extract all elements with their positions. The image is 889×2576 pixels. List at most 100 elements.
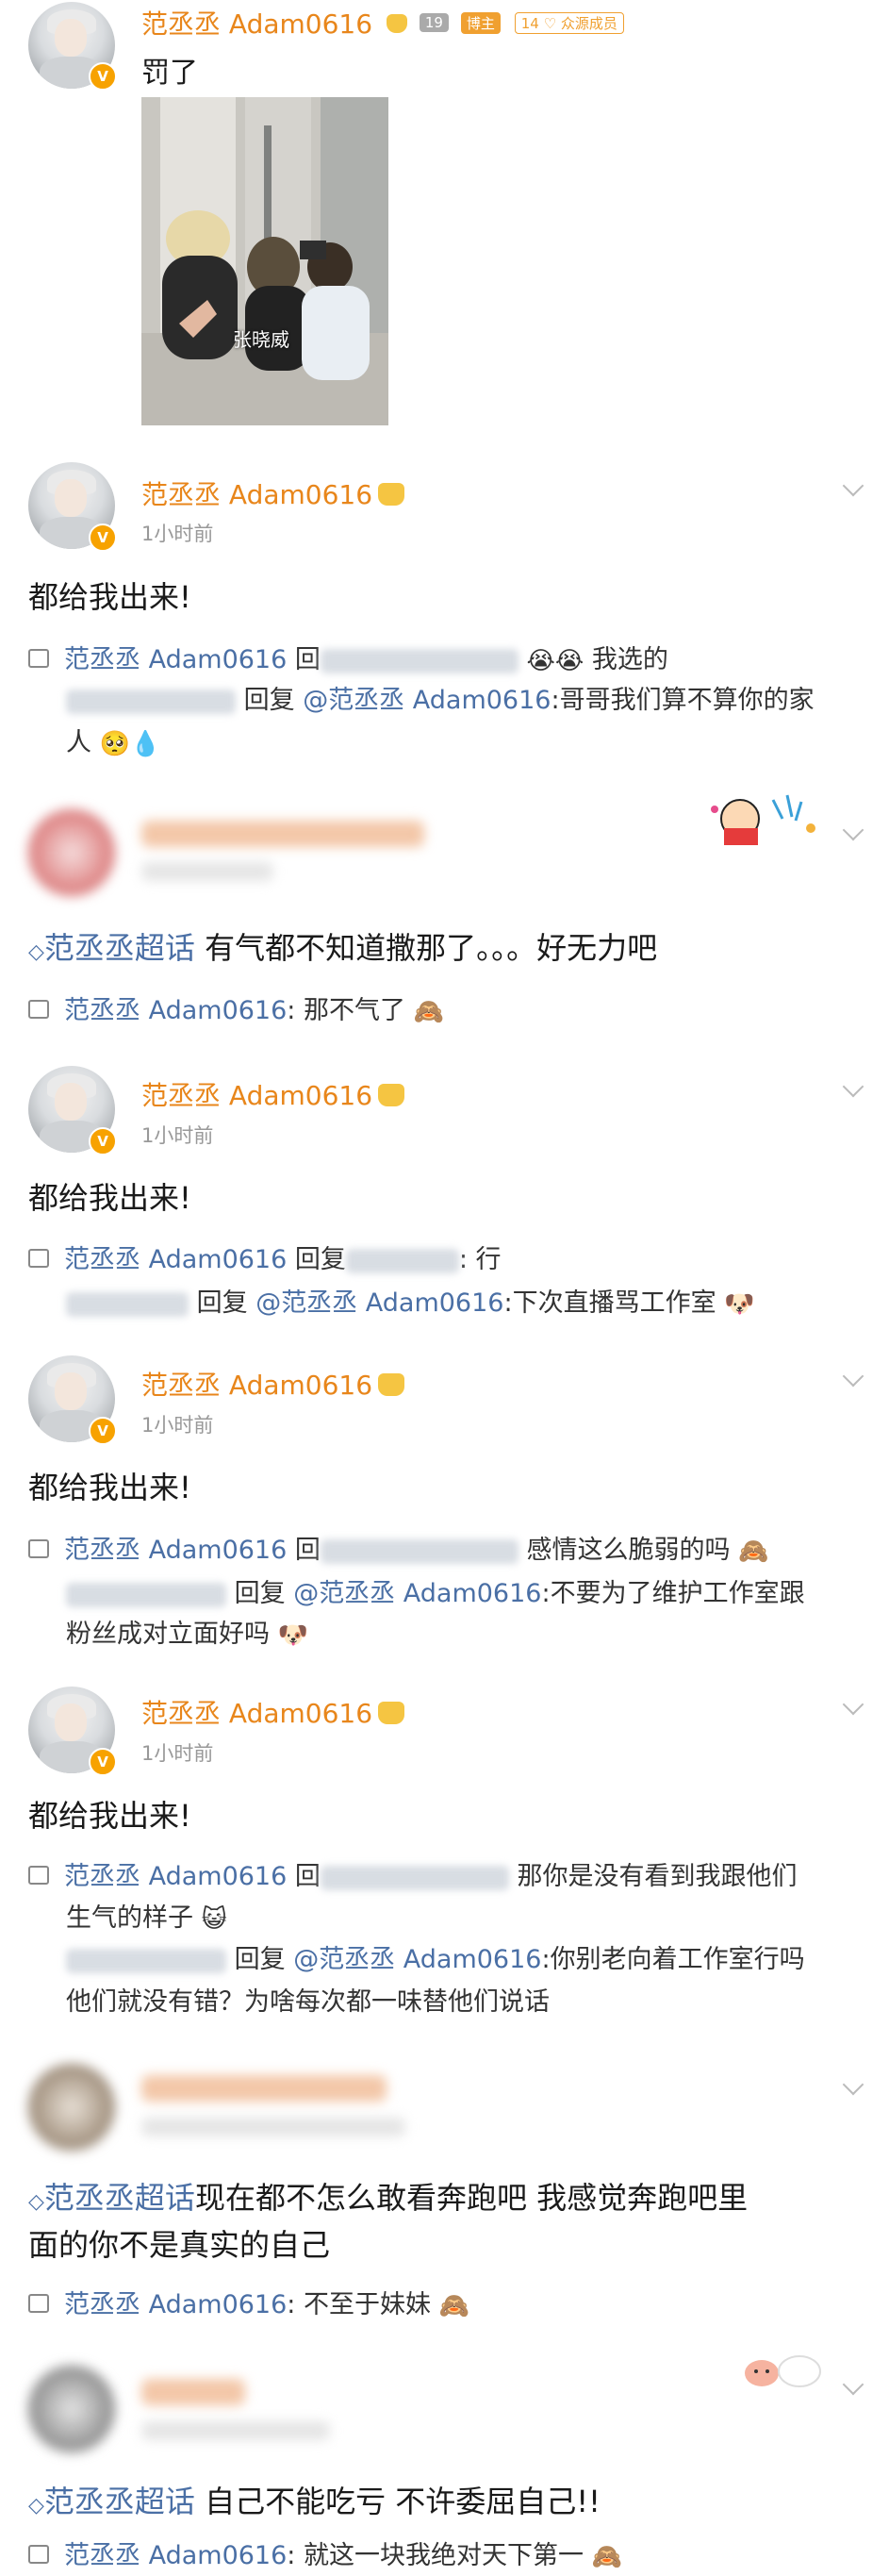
reply-line-2: 回复 @范丞丞 Adam0616:哥哥我们算不算你的家 [66,682,815,720]
username[interactable]: 范丞丞 Adam0616 [141,1693,405,1731]
reply-prefix: 回复 [234,1579,286,1608]
blurred-time [141,862,273,881]
username[interactable]: 范丞丞 Adam0616 [141,1075,405,1113]
reply-line-1: 范丞丞 Adam0616 回 那你是没有看到我跟他们 [28,1858,797,1896]
super-topic-link[interactable]: 范丞丞超话 [44,930,195,966]
fan-group-badge[interactable]: 14 ♡ 众源成员 [514,11,624,34]
timestamp: 1小时前 [141,1742,214,1765]
reply-text: 粉丝成对立面好吗 [66,1620,270,1649]
timestamp: 1小时前 [141,523,214,545]
super-topic-link[interactable]: 范丞丞超话 [44,2180,195,2216]
mention-link[interactable]: @范丞丞 Adam0616 [293,1945,541,1974]
username[interactable]: 范丞丞 Adam0616 [141,1365,405,1403]
timestamp: 1小时前 [141,1414,214,1437]
reply-author[interactable]: 范丞丞 Adam0616 [64,1536,287,1565]
blurred-name [320,1538,519,1564]
reply-text: :你别老向着工作室行吗 [541,1945,805,1974]
reply-label: 回 [294,1862,321,1891]
reply-line-2: 回复 @范丞丞 Adam0616:下次直播骂工作室 🐶 [66,1285,755,1323]
blurred-username [141,2075,387,2102]
post-text: 有气都不知道撒那了。。。好无力吧 [205,930,658,966]
reply-author[interactable]: 范丞丞 Adam0616 [64,645,287,674]
user-avatar[interactable] [28,2064,115,2151]
post-photo[interactable]: 张晓威 [141,97,388,425]
reply-text: 那你是没有看到我跟他们 [517,1862,798,1891]
blurred-time [141,2421,330,2440]
reply-label: 回 [294,645,321,674]
post-content: 都给我出来! [28,1180,191,1216]
post-content: 都给我出来! [28,1798,191,1834]
reply-text: :不要为了维护工作室跟 [541,1579,805,1608]
reply-line-2: 生气的样子 😺 [66,1900,227,1938]
chevron-down-icon[interactable] [842,1075,864,1098]
reply-prefix: 回复 [196,1288,248,1318]
verified-icon: V [89,62,117,91]
blurred-name [66,689,236,714]
reply-text: :下次直播骂工作室 [503,1288,716,1318]
username-text[interactable]: 范丞丞 Adam0616 [141,479,372,510]
sticker-image [735,2349,830,2394]
reply-line-1: 范丞丞 Adam0616 回 感情这么脆弱的吗 🙈 [28,1532,768,1571]
chevron-down-icon[interactable] [842,2373,864,2396]
smile-icon: 😺 [201,1904,227,1934]
chevron-down-icon[interactable] [842,819,864,841]
reply-author[interactable]: 范丞丞 Adam0616 [64,2541,287,2570]
reply-author[interactable]: 范丞丞 Adam0616 [64,1862,287,1891]
chevron-down-icon[interactable] [842,2073,864,2096]
reply-text: 生气的样子 [66,1903,193,1933]
verified-icon: V [89,1417,117,1445]
post-content: ◇范丞丞超话现在都不怎么敢看奔跑吧 我感觉奔跑吧里 [28,2174,748,2218]
crying-icon: 😭 [554,646,584,675]
reply-author[interactable]: 范丞丞 Adam0616 [64,996,287,1025]
monkey-icon: 🙈 [438,2291,469,2320]
mention-link[interactable]: @范丞丞 Adam0616 [303,686,551,715]
chevron-down-icon[interactable] [842,1365,864,1388]
reply-text: : 行 [458,1245,502,1274]
blurred-name [66,1948,226,1973]
blurred-time [141,2118,405,2136]
reply-prefix: 回复 [243,686,295,715]
verified-icon: V [89,1748,117,1776]
reply-line-1: 范丞丞 Adam0616 回复: 行 [28,1241,502,1279]
reply-line-1: 范丞丞 Adam0616: 不至于妹妹 🙈 [28,2286,469,2325]
chevron-down-icon[interactable] [842,474,864,497]
username-text[interactable]: 范丞丞 Adam0616 [141,8,372,40]
reply-line-1: 范丞丞 Adam0616: 就这一块我绝对天下第一 🙈 [28,2537,622,2576]
blogger-badge: 博主 [460,11,501,34]
droplet-icon: 💧 [129,729,161,758]
user-avatar[interactable] [28,2366,115,2452]
post-text: 自己不能吃亏 不许委屈自己!! [205,2484,601,2519]
username[interactable]: 范丞丞 Adam0616 [141,474,405,512]
photo-label: 张晓威 [233,328,289,351]
chevron-down-icon[interactable] [842,1693,864,1716]
reply-label: 回 [294,1536,321,1565]
pleading-icon: 🥺 [99,729,130,758]
super-topic-link[interactable]: 范丞丞超话 [44,2484,195,2519]
sticker-image [698,790,830,847]
super-topic-icon: ◇ [28,2190,44,2214]
crown-icon [378,1373,405,1396]
verified-icon: V [89,1127,117,1155]
user-avatar[interactable] [28,809,115,896]
blurred-name [320,648,519,673]
reply-text: 我选的 [591,645,668,674]
reply-text: :哥哥我们算不算你的家 [551,686,815,715]
username-text[interactable]: 范丞丞 Adam0616 [141,1080,372,1111]
mention-link[interactable]: @范丞丞 Adam0616 [293,1579,541,1608]
reply-author[interactable]: 范丞丞 Adam0616 [64,1245,287,1274]
reply-line-4: 他们就没有错？为啥每次都一味替他们说话 [66,1984,550,2021]
username-text[interactable]: 范丞丞 Adam0616 [141,1370,372,1401]
super-topic-icon: ◇ [28,2494,44,2518]
username-text[interactable]: 范丞丞 Adam0616 [141,1698,372,1729]
blurred-username [141,821,424,847]
blurred-name [66,1582,226,1607]
reply-icon [28,2293,49,2313]
blurred-username [141,2379,245,2405]
crown-icon [378,483,405,506]
post-content: ◇范丞丞超话 自己不能吃亏 不许委屈自己!! [28,2478,601,2521]
reply-line-1: 范丞丞 Adam0616: 那不气了 🙈 [28,992,444,1031]
reply-author[interactable]: 范丞丞 Adam0616 [64,2290,287,2319]
mention-link[interactable]: @范丞丞 Adam0616 [255,1288,503,1318]
reply-text: 感情这么脆弱的吗 [526,1536,731,1565]
username[interactable]: 范丞丞 Adam0616 19 博主 14 ♡ 众源成员 [141,4,624,42]
